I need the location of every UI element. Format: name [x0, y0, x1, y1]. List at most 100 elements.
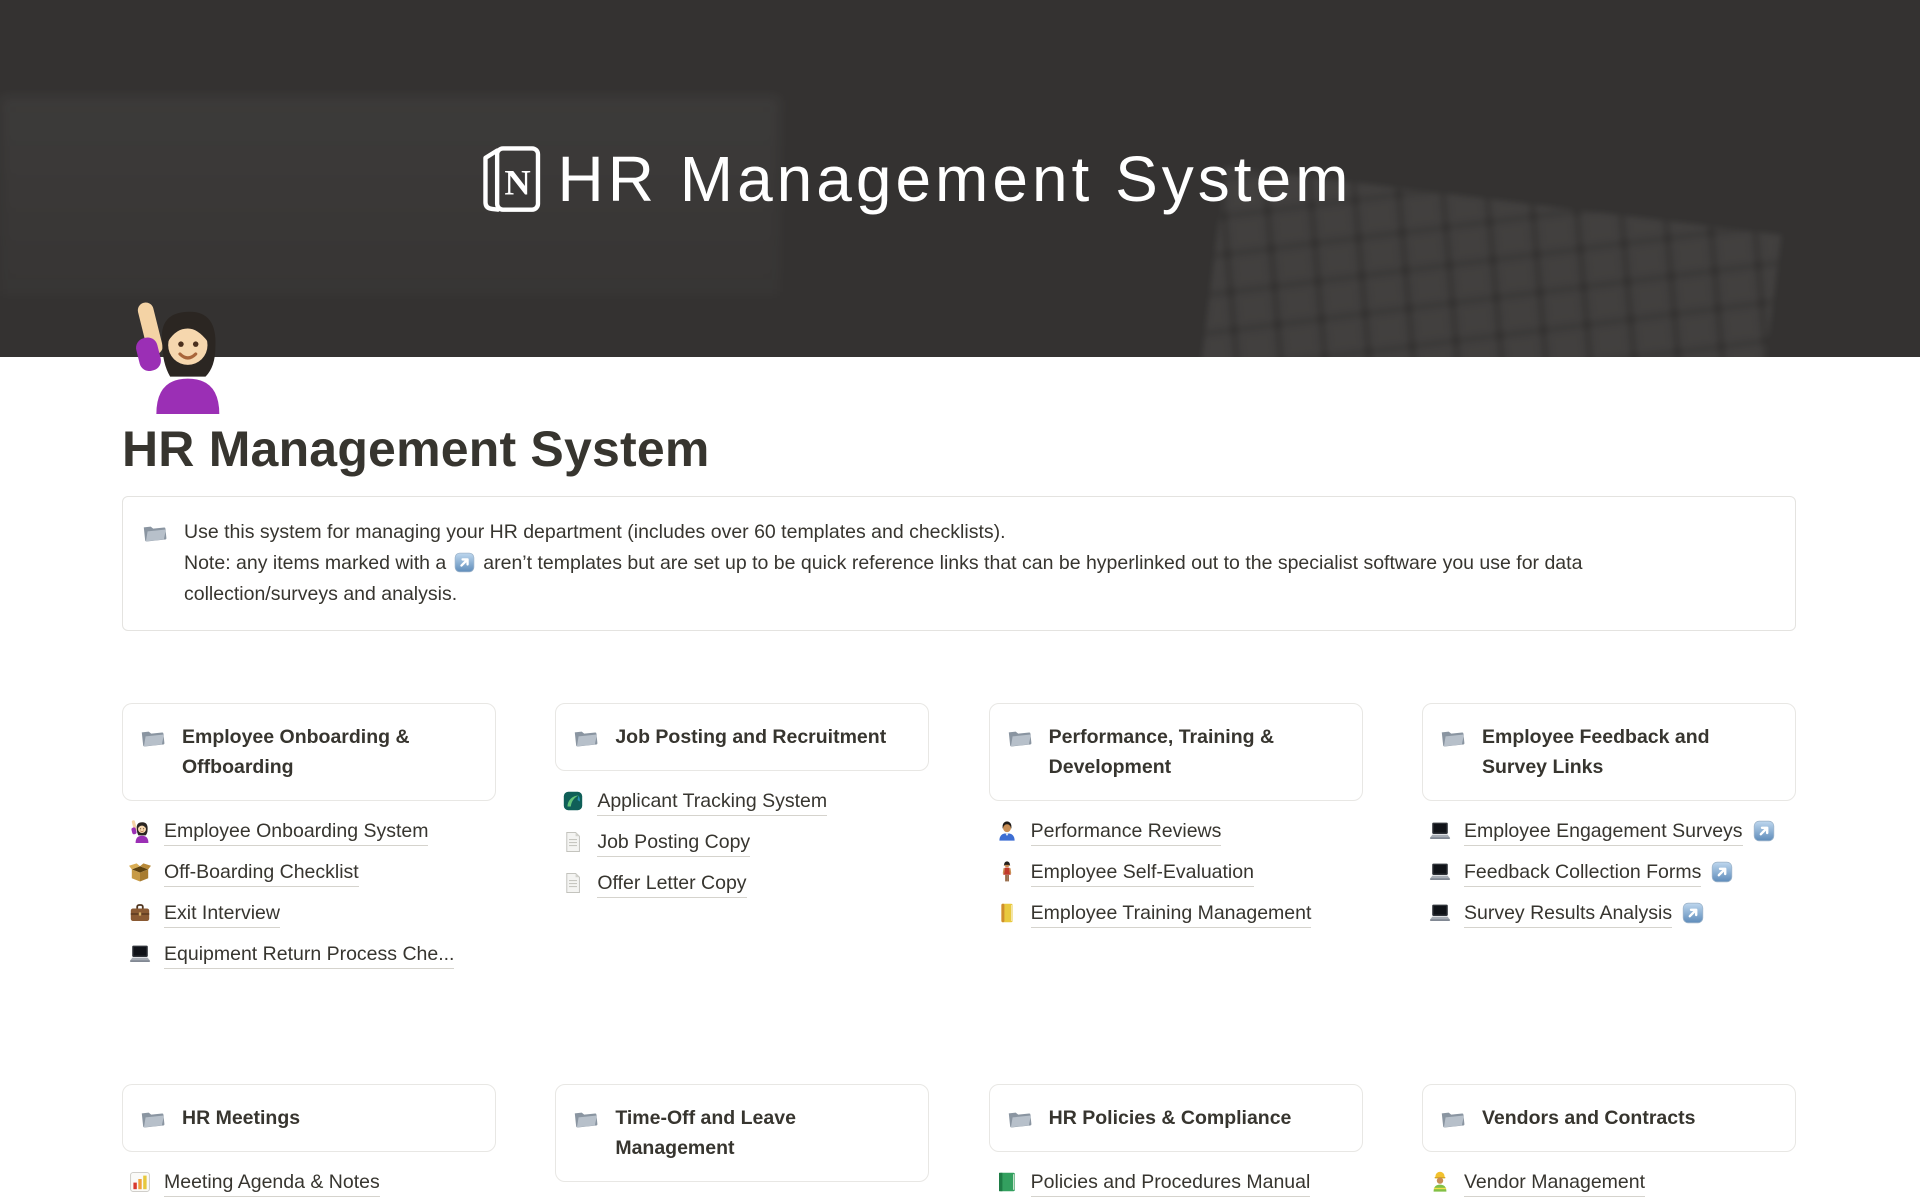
cover-brand: HR Management System — [478, 142, 1353, 216]
notion-logo-icon — [478, 144, 544, 214]
callout-text: Use this system for managing your HR dep… — [184, 517, 1582, 610]
bar-chart-icon — [128, 1170, 152, 1194]
open-folder-icon — [1439, 724, 1466, 751]
card-job-posting-recruitment: Job Posting and Recruitment Applicant Tr… — [555, 703, 929, 904]
page-link-off-boarding-checklist[interactable]: Off-Boarding Checklist — [122, 852, 496, 893]
open-folder-icon — [572, 1105, 599, 1132]
woman-raising-hand-icon — [130, 296, 226, 414]
open-folder-icon — [1006, 724, 1033, 751]
laptop-icon — [128, 942, 152, 966]
open-folder-icon — [139, 1105, 166, 1132]
card-items: Employee Onboarding System Off-Boarding … — [122, 811, 496, 975]
page-link-employee-onboarding-system[interactable]: Employee Onboarding System — [122, 811, 496, 852]
card-employee-onboarding-offboarding: Employee Onboarding & Offboarding Employ… — [122, 703, 496, 975]
page-link-performance-reviews[interactable]: Performance Reviews — [989, 811, 1363, 852]
card-header: HR Meetings — [122, 1084, 496, 1152]
page-icon-woman-raising-hand[interactable] — [130, 296, 226, 414]
page-link-equipment-return[interactable]: Equipment Return Process Che... — [122, 934, 496, 975]
callout-note-middle: aren’t templates but are set up to be qu… — [483, 552, 1582, 574]
open-folder-icon — [139, 724, 166, 751]
page-title: HR Management System — [122, 419, 1796, 479]
card-items: Vendor Management — [1422, 1162, 1796, 1203]
open-folder-icon — [572, 724, 599, 751]
page-link-label: Off-Boarding Checklist — [164, 861, 359, 887]
card-header: Employee Onboarding & Offboarding — [122, 703, 496, 801]
page-link-job-posting-copy[interactable]: Job Posting Copy — [555, 822, 929, 863]
laptop-icon — [1428, 860, 1452, 884]
card-vendors-contracts: Vendors and Contracts Vendor Management — [1422, 1084, 1796, 1203]
open-folder-icon — [1439, 1105, 1466, 1132]
card-title: Time-Off and Leave Management — [615, 1103, 912, 1163]
callout-note-last-line: collection/surveys and analysis. — [184, 579, 1582, 610]
page-link-employee-self-evaluation[interactable]: Employee Self-Evaluation — [989, 852, 1363, 893]
page-link-offer-letter-copy[interactable]: Offer Letter Copy — [555, 863, 929, 904]
arrow-up-right-icon — [1710, 860, 1734, 884]
document-icon — [561, 871, 585, 895]
page-link-label: Performance Reviews — [1031, 820, 1222, 846]
callout-line-1: Use this system for managing your HR dep… — [184, 517, 1582, 548]
page-link-policies-procedures-manual[interactable]: Policies and Procedures Manual — [989, 1162, 1363, 1203]
page-link-label: Employee Engagement Surveys — [1464, 820, 1743, 846]
card-title: Vendors and Contracts — [1482, 1103, 1695, 1133]
document-icon — [561, 830, 585, 854]
page-link-label: Exit Interview — [164, 902, 280, 928]
page-content: HR Management System Use this system for… — [122, 419, 1796, 1203]
card-header: Vendors and Contracts — [1422, 1084, 1796, 1152]
page-link-vendor-management[interactable]: Vendor Management — [1422, 1162, 1796, 1203]
woman-standing-icon — [995, 860, 1019, 884]
green-book-icon — [995, 1170, 1019, 1194]
card-hr-policies-compliance: HR Policies & Compliance Policies and Pr… — [989, 1084, 1363, 1203]
construction-worker-icon — [1428, 1170, 1452, 1194]
card-title: HR Policies & Compliance — [1049, 1103, 1292, 1133]
card-title: Job Posting and Recruitment — [615, 722, 886, 752]
page-link-label: Meeting Agenda & Notes — [164, 1171, 380, 1197]
open-folder-icon — [141, 519, 168, 546]
arrow-up-right-icon — [1681, 901, 1705, 925]
man-office-worker-icon — [995, 819, 1019, 843]
page-link-exit-interview[interactable]: Exit Interview — [122, 893, 496, 934]
page-link-label: Vendor Management — [1464, 1171, 1645, 1197]
external-link-feedback-collection-forms[interactable]: Feedback Collection Forms — [1422, 852, 1780, 893]
page-link-label: Applicant Tracking System — [597, 790, 827, 816]
external-link-employee-engagement-surveys[interactable]: Employee Engagement Surveys — [1422, 811, 1780, 852]
page-link-employee-training-management[interactable]: Employee Training Management — [989, 893, 1363, 934]
arrow-up-right-icon — [1752, 819, 1776, 843]
callout-note-prefix: Note: any items marked with a — [184, 552, 446, 574]
woman-raising-hand-icon — [128, 819, 152, 843]
ats-app-icon — [561, 789, 585, 813]
page-link-label: Job Posting Copy — [597, 831, 750, 857]
callout-note: Note: any items marked with a aren’t temp… — [184, 548, 1582, 610]
card-items: Employee Engagement Surveys Feedback Col… — [1422, 811, 1796, 934]
cover-image: HR Management System — [0, 0, 1920, 357]
page-link-label: Equipment Return Process Che... — [164, 943, 454, 969]
notebook-icon — [995, 901, 1019, 925]
page-link-label: Policies and Procedures Manual — [1031, 1171, 1311, 1197]
briefcase-icon — [128, 901, 152, 925]
card-grid-row-2: HR Meetings Meeting Agenda & Notes Time-… — [122, 1084, 1796, 1203]
card-time-off-leave-management: Time-Off and Leave Management — [555, 1084, 929, 1182]
card-employee-feedback-survey-links: Employee Feedback and Survey Links Emplo… — [1422, 703, 1796, 934]
page-link-label: Employee Training Management — [1031, 902, 1312, 928]
card-header: HR Policies & Compliance — [989, 1084, 1363, 1152]
card-items: Meeting Agenda & Notes — [122, 1162, 496, 1203]
card-header: Time-Off and Leave Management — [555, 1084, 929, 1182]
laptop-icon — [1428, 819, 1452, 843]
info-callout: Use this system for managing your HR dep… — [122, 496, 1796, 631]
card-title: Employee Onboarding & Offboarding — [182, 722, 479, 782]
external-link-survey-results-analysis[interactable]: Survey Results Analysis — [1422, 893, 1780, 934]
card-items: Performance Reviews Employee Self-Evalua… — [989, 811, 1363, 934]
page-link-meeting-agenda-notes[interactable]: Meeting Agenda & Notes — [122, 1162, 496, 1203]
card-header: Performance, Training & Development — [989, 703, 1363, 801]
open-folder-icon — [1006, 1105, 1033, 1132]
page-link-label: Feedback Collection Forms — [1464, 861, 1701, 887]
card-grid-row-1: Employee Onboarding & Offboarding Employ… — [122, 703, 1796, 975]
page-link-label: Survey Results Analysis — [1464, 902, 1672, 928]
page-link-label: Employee Onboarding System — [164, 820, 428, 846]
page-link-applicant-tracking-system[interactable]: Applicant Tracking System — [555, 781, 929, 822]
page-link-label: Offer Letter Copy — [597, 872, 746, 898]
card-title: Performance, Training & Development — [1049, 722, 1346, 782]
laptop-icon — [1428, 901, 1452, 925]
card-items: Applicant Tracking System Job Posting Co… — [555, 781, 929, 904]
card-hr-meetings: HR Meetings Meeting Agenda & Notes — [122, 1084, 496, 1203]
page-link-label: Employee Self-Evaluation — [1031, 861, 1254, 887]
